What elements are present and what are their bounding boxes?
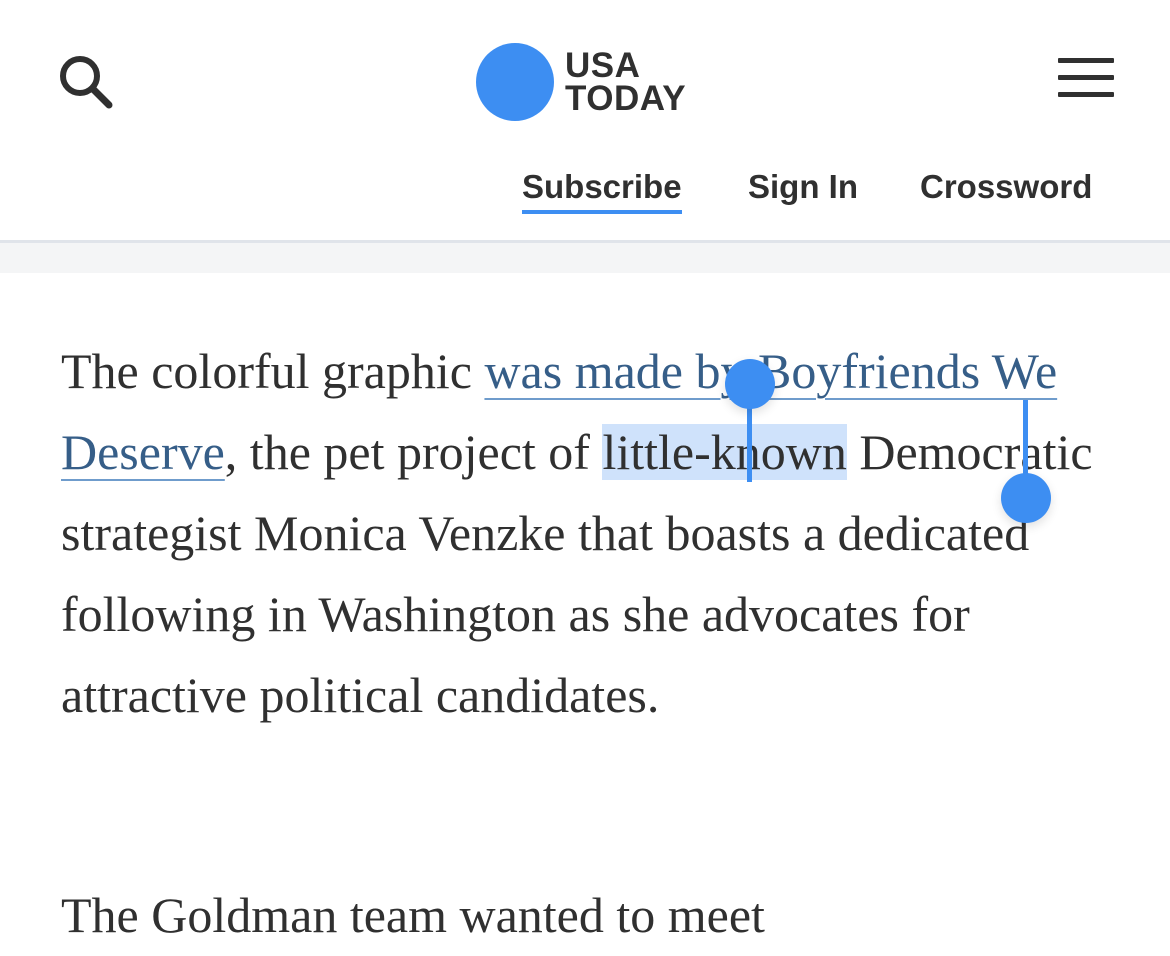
logo-text: USA TODAY (565, 46, 687, 118)
sign-in-link[interactable]: Sign In (748, 168, 858, 206)
logo-dot (476, 43, 554, 121)
selection-end-handle[interactable] (1001, 473, 1051, 523)
header-nav: Subscribe Sign In Crossword (0, 168, 1170, 218)
logo-line1: USA (565, 46, 641, 85)
search-button[interactable] (56, 52, 116, 112)
menu-bar (1058, 92, 1114, 97)
site-header: USA TODAY Subscribe Sign In Crossword (0, 0, 1170, 240)
logo-line2: TODAY (565, 79, 687, 118)
selected-text[interactable]: little-known (602, 424, 847, 480)
menu-bar (1058, 58, 1114, 63)
search-icon (60, 56, 113, 109)
next-paragraph-cutoff: The Goldman team wanted to meet (61, 887, 765, 943)
article-body: The colorful graphic was made by Boyfrie… (61, 331, 1121, 736)
paragraph-text: , the pet project of (224, 424, 603, 480)
selection-start-handle-line (747, 398, 752, 482)
hamburger-menu-icon[interactable] (1058, 56, 1114, 100)
selection-start-handle[interactable] (725, 359, 775, 409)
paragraph-text: The colorful graphic (61, 343, 485, 399)
article-paragraph: The colorful graphic was made by Boyfrie… (61, 331, 1121, 736)
menu-bar (1058, 75, 1114, 80)
header-shadow-band (0, 243, 1170, 273)
crossword-link[interactable]: Crossword (920, 168, 1092, 206)
link-text-part1: was made (484, 343, 696, 399)
usa-today-logo[interactable]: USA TODAY (476, 42, 686, 122)
subscribe-link[interactable]: Subscribe (522, 168, 682, 214)
